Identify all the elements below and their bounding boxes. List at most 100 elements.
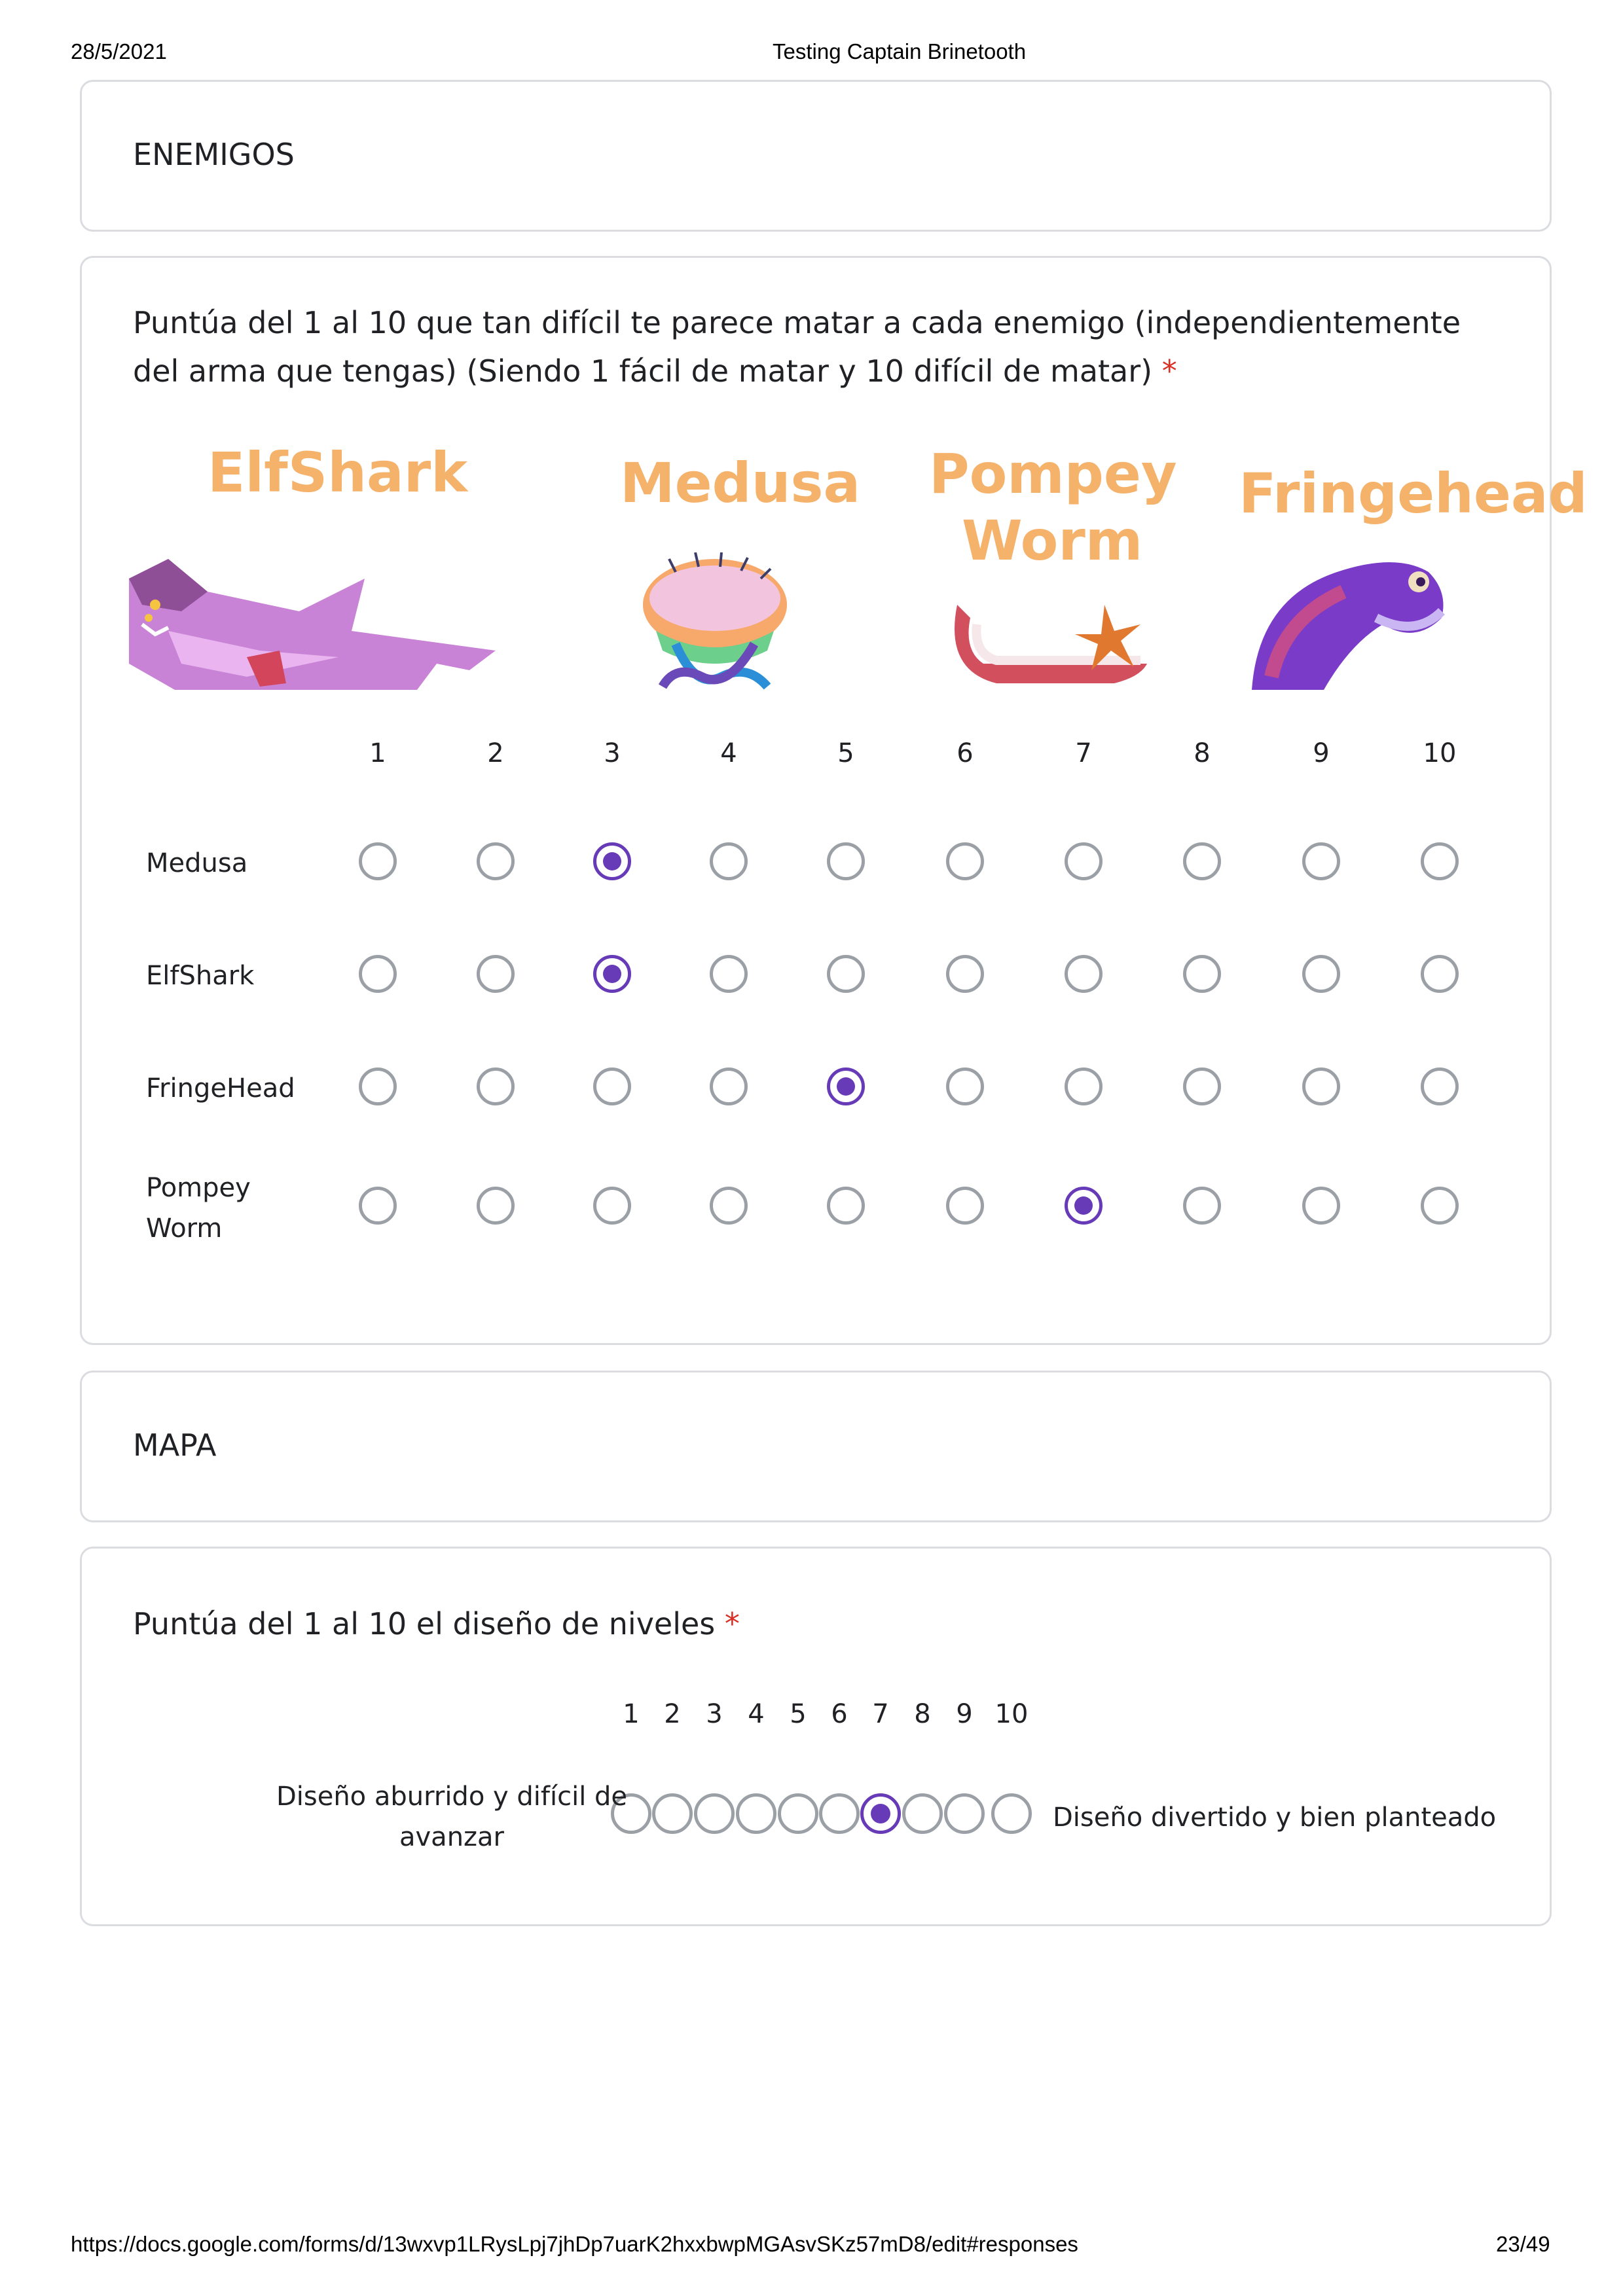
required-asterisk: * xyxy=(1161,353,1177,389)
radio-option[interactable] xyxy=(359,842,397,880)
enemy-name-medusa: Medusa xyxy=(620,451,861,515)
radio-option[interactable] xyxy=(1183,955,1221,993)
question-card-levels: Puntúa del 1 al 10 el diseño de niveles … xyxy=(80,1547,1552,1926)
elfshark-illustration xyxy=(129,559,496,690)
radio-option[interactable] xyxy=(1302,1067,1340,1105)
radio-option[interactable] xyxy=(593,1067,631,1105)
column-header: 6 xyxy=(957,738,974,768)
enemy-name-worm: Worm xyxy=(962,509,1143,573)
scale-number: 7 xyxy=(872,1699,889,1729)
radio-option[interactable] xyxy=(1302,1187,1340,1225)
column-header: 2 xyxy=(487,738,504,768)
radio-option[interactable] xyxy=(477,1187,515,1225)
radio-option[interactable] xyxy=(710,842,748,880)
fringehead-illustration xyxy=(1252,562,1445,690)
radio-option[interactable] xyxy=(946,955,984,993)
column-header: 7 xyxy=(1075,738,1092,768)
scale-number: 6 xyxy=(831,1699,848,1729)
scale-high-label: Diseño divertido y bien planteado xyxy=(1053,1803,1497,1833)
radio-option[interactable] xyxy=(1065,1187,1103,1225)
radio-option[interactable] xyxy=(946,1187,984,1225)
question-text: Puntúa del 1 al 10 el diseño de niveles xyxy=(133,1606,716,1641)
print-title: Testing Captain Brinetooth xyxy=(773,39,1027,63)
radio-option[interactable] xyxy=(710,955,748,993)
radio-option[interactable] xyxy=(593,955,631,993)
radio-option[interactable] xyxy=(827,842,865,880)
required-asterisk: * xyxy=(724,1606,740,1641)
scale-low-label: Diseño aburrido y difícil de avanzar xyxy=(193,1776,710,1857)
pompey-worm-illustration xyxy=(955,605,1147,683)
radio-option[interactable] xyxy=(1421,1187,1459,1225)
radio-option[interactable] xyxy=(1302,955,1340,993)
scale-radio-option[interactable] xyxy=(736,1793,776,1834)
scale-number: 1 xyxy=(623,1699,640,1729)
radio-option[interactable] xyxy=(827,1067,865,1105)
column-header: 8 xyxy=(1194,738,1211,768)
scale-number: 9 xyxy=(956,1699,973,1729)
radio-option[interactable] xyxy=(827,955,865,993)
medusa-illustration xyxy=(643,552,787,690)
scale-number: 2 xyxy=(664,1699,681,1729)
enemies-image: ElfShark Medusa Pompey Worm Fringehead xyxy=(129,440,1588,690)
radio-option[interactable] xyxy=(1065,955,1103,993)
print-date: 28/5/2021 xyxy=(71,39,167,63)
scale-radio-option[interactable] xyxy=(991,1793,1032,1834)
column-header: 3 xyxy=(604,738,621,768)
scale-low-label-line: Diseño aburrido y difícil de xyxy=(276,1782,628,1812)
radio-option[interactable] xyxy=(477,955,515,993)
radio-option[interactable] xyxy=(1421,842,1459,880)
question-title: Puntúa del 1 al 10 que tan difícil te pa… xyxy=(133,298,1495,395)
radio-option[interactable] xyxy=(359,955,397,993)
enemy-name-fringehead: Fringehead xyxy=(1239,461,1588,526)
scale-number: 4 xyxy=(748,1699,765,1729)
column-header: 1 xyxy=(369,738,386,768)
radio-option[interactable] xyxy=(946,1067,984,1105)
radio-option[interactable] xyxy=(1302,842,1340,880)
radio-option[interactable] xyxy=(359,1067,397,1105)
column-header: 5 xyxy=(837,738,854,768)
radio-option[interactable] xyxy=(593,842,631,880)
column-header: 9 xyxy=(1313,738,1330,768)
row-label-pompey-worm: Pompey Worm xyxy=(146,1168,251,1249)
enemy-name-pompey: Pompey xyxy=(929,442,1177,506)
radio-option[interactable] xyxy=(710,1067,748,1105)
scale-radio-option[interactable] xyxy=(860,1793,901,1834)
scale-radio-option[interactable] xyxy=(902,1793,943,1834)
column-header: 4 xyxy=(720,738,737,768)
radio-option[interactable] xyxy=(1421,955,1459,993)
radio-option[interactable] xyxy=(1183,1067,1221,1105)
scale-radio-option[interactable] xyxy=(819,1793,860,1834)
scale-number: 8 xyxy=(914,1699,931,1729)
radio-option[interactable] xyxy=(1183,1187,1221,1225)
question-card-enemies: Puntúa del 1 al 10 que tan difícil te pa… xyxy=(80,256,1588,1345)
section-title: MAPA xyxy=(133,1427,217,1463)
row-label-line: Pompey xyxy=(146,1173,251,1203)
radio-option[interactable] xyxy=(827,1187,865,1225)
row-label-line: Worm xyxy=(146,1213,223,1244)
scale-radio-option[interactable] xyxy=(944,1793,985,1834)
scale-number: 3 xyxy=(706,1699,723,1729)
enemy-name-elfshark: ElfShark xyxy=(208,440,467,505)
radio-option[interactable] xyxy=(359,1187,397,1225)
radio-option[interactable] xyxy=(1065,842,1103,880)
row-label-medusa: Medusa xyxy=(146,848,248,878)
radio-option[interactable] xyxy=(1183,842,1221,880)
radio-option[interactable] xyxy=(477,842,515,880)
radio-option[interactable] xyxy=(477,1067,515,1105)
radio-option[interactable] xyxy=(946,842,984,880)
column-header: 10 xyxy=(1423,738,1457,768)
scale-number: 10 xyxy=(994,1699,1029,1729)
radio-option[interactable] xyxy=(593,1187,631,1225)
question-text: Puntúa del 1 al 10 que tan difícil te pa… xyxy=(133,305,1461,389)
radio-option[interactable] xyxy=(1421,1067,1459,1105)
radio-option[interactable] xyxy=(1065,1067,1103,1105)
scale-radio-option[interactable] xyxy=(778,1793,818,1834)
section-title: ENEMIGOS xyxy=(133,137,295,172)
section-card-enemies: ENEMIGOS xyxy=(80,80,1552,232)
question-title: Puntúa del 1 al 10 el diseño de niveles … xyxy=(133,1600,1495,1648)
section-card-map: MAPA xyxy=(80,1371,1552,1522)
row-label-fringehead: FringeHead xyxy=(146,1073,295,1103)
print-url: https://docs.google.com/forms/d/13wxvp1L… xyxy=(71,2232,1078,2256)
radio-option[interactable] xyxy=(710,1187,748,1225)
row-label-elfshark: ElfShark xyxy=(146,961,255,991)
